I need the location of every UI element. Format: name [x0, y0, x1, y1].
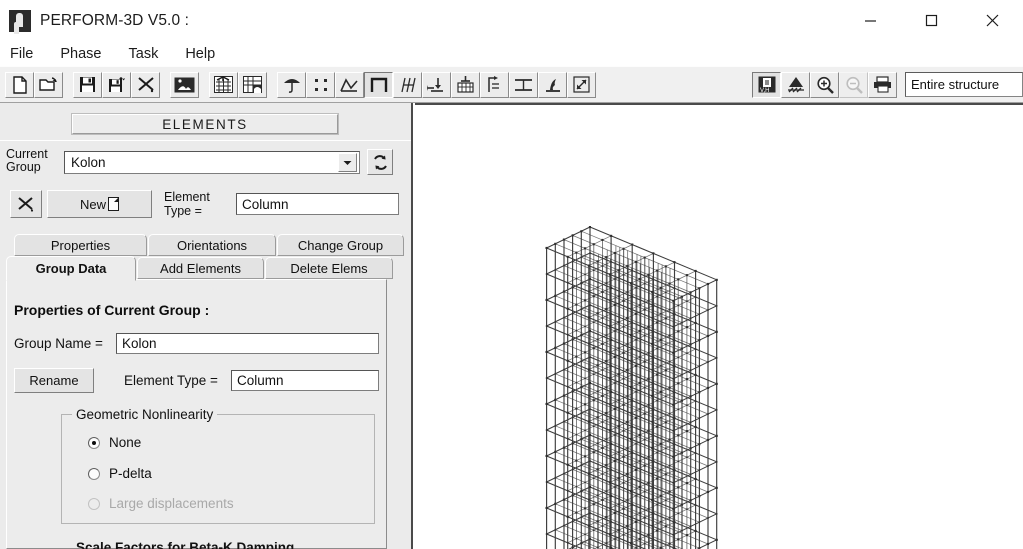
nodes-icon[interactable]	[306, 71, 335, 98]
tab-group-data[interactable]: Group Data	[6, 256, 136, 281]
menu-item-phase[interactable]: Phase	[60, 46, 101, 62]
scale-factors-heading-cutoff: Scale Factors for Beta-K Damping	[76, 540, 295, 549]
radio-option-none[interactable]: None	[88, 435, 141, 450]
model-build-icon[interactable]	[209, 71, 238, 98]
tab-add-elements[interactable]: Add Elements	[137, 257, 264, 279]
loads-icon[interactable]	[422, 71, 451, 98]
supports-icon[interactable]	[277, 71, 306, 98]
structure-sections-icon[interactable]	[509, 71, 538, 98]
group-name-label: Group Name =	[14, 336, 103, 351]
application-window: PERFORM-3D V5.0 : File Phase Task Help V…	[0, 0, 1023, 549]
window-controls	[840, 0, 1023, 41]
toolbar: V,H Entire structure	[0, 66, 1023, 103]
expand-icon[interactable]	[567, 71, 596, 98]
delete-group-button[interactable]	[10, 190, 42, 218]
title-bar: PERFORM-3D V5.0 :	[0, 0, 1023, 41]
element-type-label: Element Type =	[164, 190, 226, 218]
menu-item-file[interactable]: File	[10, 46, 33, 62]
chevron-down-icon[interactable]	[338, 153, 357, 172]
panel-divider	[0, 140, 411, 141]
new-file-icon[interactable]	[5, 71, 34, 98]
radio-option-large-displacements: Large displacements	[88, 496, 234, 511]
window-title: PERFORM-3D V5.0 :	[40, 11, 189, 29]
radio-option-p-delta[interactable]: P-delta	[88, 466, 152, 481]
maximize-icon[interactable]	[901, 0, 962, 41]
radio-label-none: None	[109, 435, 142, 450]
radio-button-p-delta[interactable]	[88, 467, 100, 480]
zoom-in-icon[interactable]	[810, 71, 839, 98]
element-type-value-field: Column	[236, 193, 399, 215]
structure-3d-view[interactable]	[415, 103, 1023, 549]
page-icon	[108, 196, 120, 211]
radio-label-p-delta: P-delta	[109, 466, 152, 481]
element-type-input: Column	[231, 370, 379, 391]
close-icon[interactable]	[962, 0, 1023, 41]
view-perspective-icon[interactable]	[781, 71, 810, 98]
rename-button[interactable]: Rename	[14, 368, 94, 393]
save-as-icon[interactable]	[102, 71, 131, 98]
drifts-icon[interactable]	[480, 71, 509, 98]
tab-orientations[interactable]: Orientations	[148, 234, 276, 256]
group-name-input[interactable]: Kolon	[116, 333, 379, 354]
perform3d-logo-icon	[9, 9, 31, 32]
menu-bar: File Phase Task Help	[0, 41, 1023, 66]
view-vh-icon[interactable]: V,H	[752, 71, 781, 98]
current-group-dropdown[interactable]: Kolon	[64, 151, 360, 174]
analysis-icon[interactable]	[538, 71, 567, 98]
image-capture-icon[interactable]	[170, 71, 199, 98]
save-icon[interactable]	[73, 71, 102, 98]
grid-model-icon[interactable]	[238, 71, 267, 98]
geometric-nonlinearity-title: Geometric Nonlinearity	[72, 407, 218, 422]
zoom-out-icon[interactable]	[839, 71, 868, 98]
radio-button-large-displacements	[88, 497, 100, 510]
element-type-label-2: Element Type =	[124, 373, 218, 388]
load-patterns-icon[interactable]	[451, 71, 480, 98]
structure-wireframe	[545, 226, 718, 549]
sections-icon[interactable]	[393, 71, 422, 98]
new-group-button-label: New	[79, 196, 106, 212]
print-icon[interactable]	[868, 71, 897, 98]
current-group-label: Current Group	[6, 148, 62, 174]
minimize-icon[interactable]	[840, 0, 901, 41]
tab-change-group[interactable]: Change Group	[277, 234, 404, 256]
tab-properties[interactable]: Properties	[14, 234, 147, 256]
element-type-label-line1: Element	[164, 190, 210, 204]
svg-text:V,H: V,H	[760, 88, 769, 93]
open-file-icon[interactable]	[34, 71, 63, 98]
current-group-label-line2: Group	[6, 160, 41, 174]
view-scope-field[interactable]: Entire structure	[905, 72, 1023, 97]
radio-button-none[interactable]	[88, 436, 100, 449]
tab-delete-elems[interactable]: Delete Elems	[265, 257, 393, 279]
menu-item-help[interactable]: Help	[185, 46, 215, 62]
radio-label-large-displacements: Large displacements	[109, 496, 234, 511]
new-group-button[interactable]: New	[47, 190, 152, 218]
element-type-label-line2: Type =	[164, 204, 202, 218]
elements-icon[interactable]	[364, 71, 393, 98]
refresh-icon	[373, 154, 387, 170]
menu-item-task[interactable]: Task	[129, 46, 159, 62]
refresh-groups-button[interactable]	[367, 149, 393, 175]
panel-header-elements: ELEMENTS	[71, 113, 339, 135]
close-model-icon[interactable]	[131, 71, 160, 98]
mass-icon[interactable]	[335, 71, 364, 98]
properties-heading: Properties of Current Group :	[14, 302, 210, 318]
current-group-value: Kolon	[71, 155, 106, 170]
delete-group-icon	[18, 196, 34, 212]
